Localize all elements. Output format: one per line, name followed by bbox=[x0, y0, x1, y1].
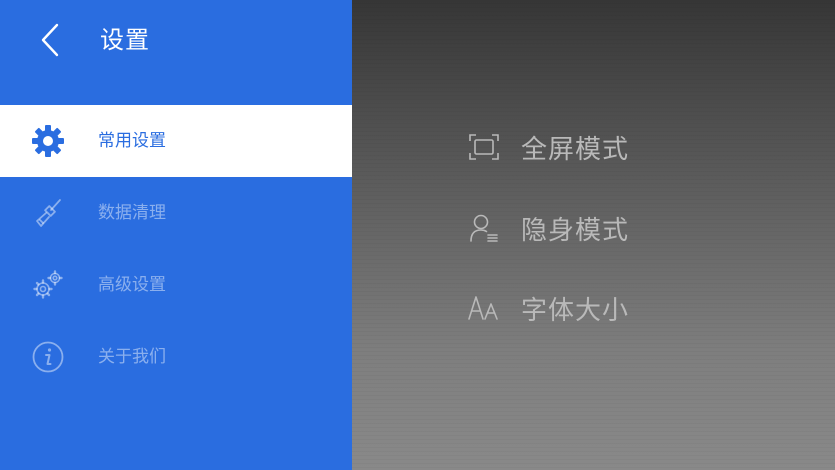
sidebar-item-about-us[interactable]: 关于我们 bbox=[0, 321, 352, 393]
option-label: 全屏模式 bbox=[521, 134, 630, 165]
back-button[interactable] bbox=[30, 20, 70, 60]
option-label: 隐身模式 bbox=[521, 215, 630, 246]
sidebar-header: 设置 bbox=[0, 0, 352, 80]
sidebar-item-label: 数据清理 bbox=[98, 203, 166, 223]
sidebar-item-data-cleanup[interactable]: 数据清理 bbox=[0, 177, 352, 249]
chevron-left-icon bbox=[41, 23, 59, 57]
settings-content: 全屏模式 隐身模式 字体大小 bbox=[352, 0, 835, 470]
broom-icon bbox=[30, 195, 66, 231]
option-font-size[interactable]: 字体大小 bbox=[468, 284, 748, 332]
font-size-icon bbox=[468, 292, 500, 324]
fullscreen-icon bbox=[468, 131, 500, 163]
sidebar-menu: 常用设置 数据清理 高级设置 关于我们 bbox=[0, 105, 359, 393]
option-fullscreen-mode[interactable]: 全屏模式 bbox=[468, 123, 748, 171]
info-icon bbox=[30, 339, 66, 375]
sidebar-item-advanced-settings[interactable]: 高级设置 bbox=[0, 249, 352, 321]
sidebar-item-label: 高级设置 bbox=[98, 275, 166, 295]
option-incognito-mode[interactable]: 隐身模式 bbox=[468, 204, 748, 252]
sidebar-item-label: 常用设置 bbox=[98, 131, 166, 151]
sidebar-item-common-settings[interactable]: 常用设置 bbox=[0, 105, 359, 177]
sidebar: 设置 常用设置 数据清理 高级设置 关于我们 bbox=[0, 0, 359, 470]
gear-icon bbox=[30, 123, 66, 159]
incognito-user-icon bbox=[468, 212, 500, 244]
gears-icon bbox=[30, 267, 66, 303]
sidebar-item-label: 关于我们 bbox=[98, 347, 166, 367]
page-title: 设置 bbox=[100, 26, 150, 54]
option-label: 字体大小 bbox=[521, 295, 630, 326]
